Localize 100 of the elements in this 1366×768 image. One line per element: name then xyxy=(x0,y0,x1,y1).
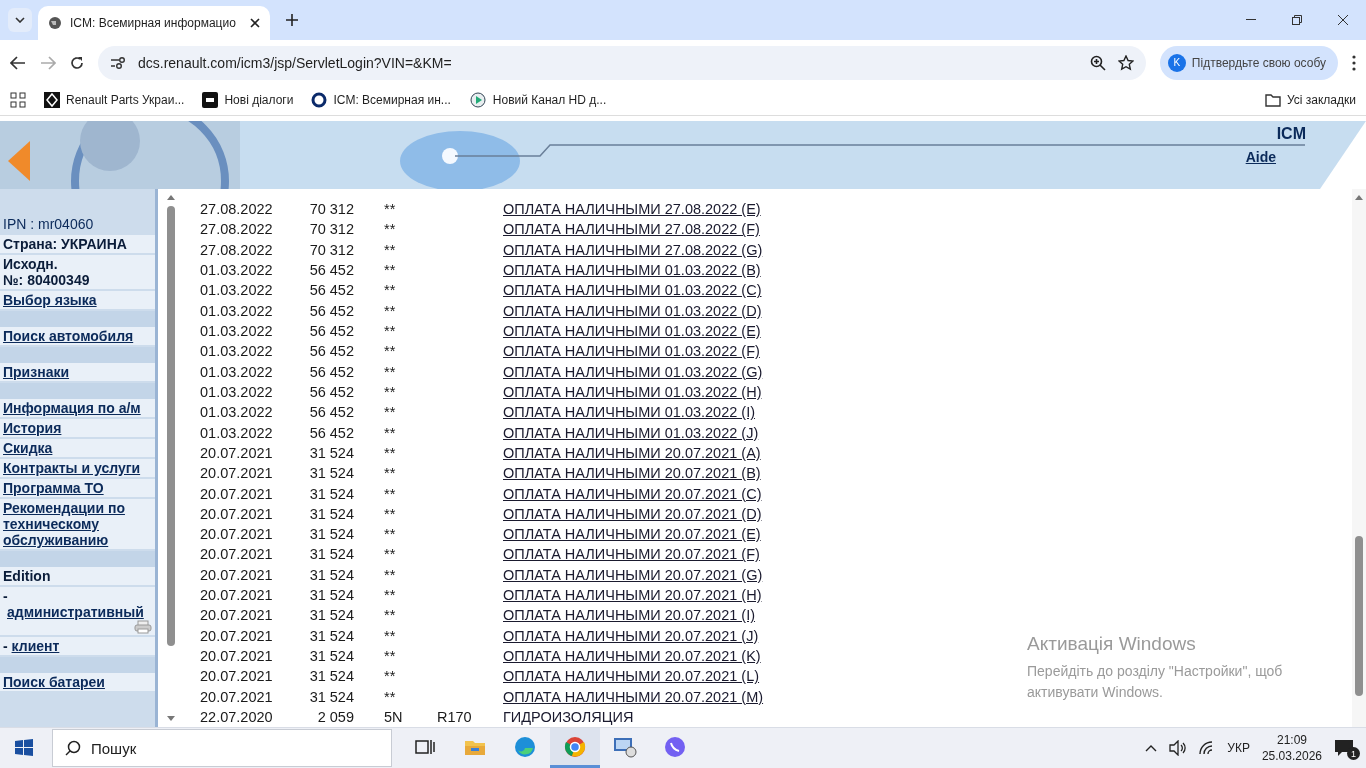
sidebar-link[interactable]: Скидка xyxy=(3,440,53,456)
tab-title: ICM: Всемирная информацио xyxy=(70,16,237,30)
back-icon[interactable] xyxy=(10,55,26,70)
sidebar-link[interactable]: клиент xyxy=(11,638,60,654)
payment-link[interactable]: ОПЛАТА НАЛИЧНЫМИ 20.07.2021 (A) xyxy=(503,444,761,461)
table-cell: ** xyxy=(384,648,396,665)
payment-link[interactable]: ОПЛАТА НАЛИЧНЫМИ 01.03.2022 (F) xyxy=(503,343,760,360)
payment-link[interactable]: ОПЛАТА НАЛИЧНЫМИ 20.07.2021 (E) xyxy=(503,526,761,543)
star-icon[interactable] xyxy=(1117,54,1134,71)
sidebar-link[interactable]: административный xyxy=(7,604,144,620)
scroll-down-icon[interactable] xyxy=(167,716,175,721)
scroll-up-icon[interactable] xyxy=(167,195,175,200)
profile-button[interactable]: K Підтвердьте свою особу xyxy=(1159,45,1338,80)
payment-link[interactable]: ОПЛАТА НАЛИЧНЫМИ 20.07.2021 (C) xyxy=(503,485,762,502)
bookmark[interactable]: Новий Канал HD д... xyxy=(468,92,607,108)
payment-link[interactable]: ОПЛАТА НАЛИЧНЫМИ 20.07.2021 (I) xyxy=(503,607,755,624)
browser-tab[interactable]: ICM: Всемирная информацио xyxy=(38,6,270,40)
table-cell: 01.03.2022 xyxy=(200,404,273,421)
url-text: dcs.renault.com/icm3/jsp/ServletLogin?VIN=&KM= xyxy=(138,54,453,71)
table-cell: ** xyxy=(384,444,396,461)
zoom-in-icon[interactable] xyxy=(1089,54,1106,71)
scrollbar-thumb[interactable] xyxy=(1355,536,1363,696)
payment-link[interactable]: ОПЛАТА НАЛИЧНЫМИ 01.03.2022 (D) xyxy=(503,302,762,319)
sidebar-link[interactable]: Программа ТО xyxy=(3,480,104,496)
address-bar[interactable]: dcs.renault.com/icm3/jsp/ServletLogin?VIN=&KM= xyxy=(98,45,1146,80)
payment-link[interactable]: ОПЛАТА НАЛИЧНЫМИ 20.07.2021 (J) xyxy=(503,627,759,644)
more-menu-icon[interactable] xyxy=(1352,54,1356,71)
payment-link[interactable]: ОПЛАТА НАЛИЧНЫМИ 20.07.2021 (B) xyxy=(503,465,761,482)
volume-icon[interactable] xyxy=(1169,740,1188,756)
table-cell: 27.08.2022 xyxy=(200,201,273,218)
sidebar-link[interactable]: Выбор языка xyxy=(3,292,97,308)
table-cell: 56 452 xyxy=(309,343,354,360)
user-id-text: IPN : mr04060 xyxy=(3,216,94,232)
taskbar-app[interactable] xyxy=(550,728,600,768)
notification-count: 1 xyxy=(1347,747,1360,760)
sidebar-link[interactable]: История xyxy=(3,420,62,436)
sidebar-link[interactable]: Контракты и услуги xyxy=(3,460,141,476)
sidebar-label: Страна: УКРАИНА xyxy=(3,236,128,252)
payment-link[interactable]: ОПЛАТА НАЛИЧНЫМИ 20.07.2021 (G) xyxy=(503,566,763,583)
payment-link[interactable]: ОПЛАТА НАЛИЧНЫМИ 20.07.2021 (D) xyxy=(503,505,762,522)
minimize-icon xyxy=(1246,19,1256,21)
apps-grid-icon[interactable] xyxy=(10,92,26,108)
sidebar-link[interactable]: Рекомендации по техническому обслуживанию xyxy=(3,500,152,548)
all-bookmarks[interactable]: Усі закладки xyxy=(1265,93,1356,107)
payment-link[interactable]: ОПЛАТА НАЛИЧНЫМИ 01.03.2022 (E) xyxy=(503,323,761,340)
new-tab-icon[interactable] xyxy=(286,14,298,26)
payment-link[interactable]: ОПЛАТА НАЛИЧНЫМИ 20.07.2021 (H) xyxy=(503,587,762,604)
clock[interactable]: 21:09 25.03.2026 xyxy=(1261,732,1322,764)
globe-icon xyxy=(48,16,62,30)
tab-list-button[interactable] xyxy=(8,8,32,32)
viber-icon xyxy=(664,735,686,758)
payment-link[interactable]: ОПЛАТА НАЛИЧНЫМИ 20.07.2021 (L) xyxy=(503,668,760,685)
payment-link[interactable]: ОПЛАТА НАЛИЧНЫМИ 27.08.2022 (F) xyxy=(503,221,760,238)
bookmark[interactable]: ICM: Всемирная ин... xyxy=(311,92,451,108)
sidebar-link[interactable]: Признаки xyxy=(3,364,70,380)
close-icon xyxy=(1338,15,1348,25)
payment-link[interactable]: ОПЛАТА НАЛИЧНЫМИ 20.07.2021 (M) xyxy=(503,688,764,705)
payment-link[interactable]: ОПЛАТА НАЛИЧНЫМИ 01.03.2022 (G) xyxy=(503,363,763,380)
folder-icon xyxy=(1265,93,1281,107)
close-icon[interactable] xyxy=(250,18,260,28)
sidebar-link[interactable]: Поиск автомобиля xyxy=(3,328,134,344)
table-cell: 56 452 xyxy=(309,404,354,421)
table-cell: ** xyxy=(384,505,396,522)
notification-button[interactable]: 1 xyxy=(1334,736,1358,760)
taskbar-search-field[interactable]: Пошук xyxy=(52,729,392,767)
payment-link[interactable]: ОПЛАТА НАЛИЧНЫМИ 01.03.2022 (J) xyxy=(503,424,759,441)
payment-link[interactable]: ОПЛАТА НАЛИЧНЫМИ 20.07.2021 (F) xyxy=(503,546,760,563)
payment-link[interactable]: ОПЛАТА НАЛИЧНЫМИ 20.07.2021 (K) xyxy=(503,648,761,665)
forward-icon[interactable] xyxy=(40,55,56,70)
payment-link[interactable]: ОПЛАТА НАЛИЧНЫМИ 01.03.2022 (H) xyxy=(503,383,762,400)
profile-text: Підтвердьте свою особу xyxy=(1191,55,1326,70)
sidebar-label: Исходн. xyxy=(3,256,59,272)
table-cell: ** xyxy=(384,282,396,299)
help-link[interactable]: Aide xyxy=(1245,149,1276,165)
scroll-up-icon[interactable] xyxy=(1355,195,1363,200)
chevron-up-icon[interactable] xyxy=(1145,744,1158,752)
site-settings-icon xyxy=(110,55,126,70)
table-cell: 31 524 xyxy=(309,505,354,522)
bookmark[interactable]: Нові діалоги xyxy=(202,92,294,108)
sidebar-link[interactable]: Поиск батареи xyxy=(3,674,105,690)
table-cell: 56 452 xyxy=(309,302,354,319)
bookmark[interactable]: Renault Parts Украи... xyxy=(44,92,185,108)
payment-link[interactable]: ОПЛАТА НАЛИЧНЫМИ 27.08.2022 (E) xyxy=(503,201,761,218)
table-cell: 20.07.2021 xyxy=(200,587,273,604)
reload-icon[interactable] xyxy=(70,55,84,70)
payment-link[interactable]: ОПЛАТА НАЛИЧНЫМИ 01.03.2022 (C) xyxy=(503,282,762,299)
table-cell: ** xyxy=(384,465,396,482)
table-cell: ** xyxy=(384,688,396,705)
payment-link[interactable]: ОПЛАТА НАЛИЧНЫМИ 27.08.2022 (G) xyxy=(503,241,763,258)
table-cell: 70 312 xyxy=(309,201,354,218)
printer-icon[interactable] xyxy=(134,620,152,634)
table-cell: 31 524 xyxy=(309,566,354,583)
table-cell: ** xyxy=(384,302,396,319)
activation-text: Перейдіть до розділу "Настройки", щоб активувати Windows. xyxy=(1027,662,1284,702)
scrollbar-thumb[interactable] xyxy=(167,206,175,646)
sidebar-link[interactable]: Информация по а/м xyxy=(3,400,141,416)
payment-link[interactable]: ОПЛАТА НАЛИЧНЫМИ 01.03.2022 (B) xyxy=(503,262,761,279)
table-cell: ** xyxy=(384,587,396,604)
payment-link[interactable]: ОПЛАТА НАЛИЧНЫМИ 01.03.2022 (I) xyxy=(503,404,755,421)
language-indicator[interactable]: УКР xyxy=(1227,741,1250,755)
